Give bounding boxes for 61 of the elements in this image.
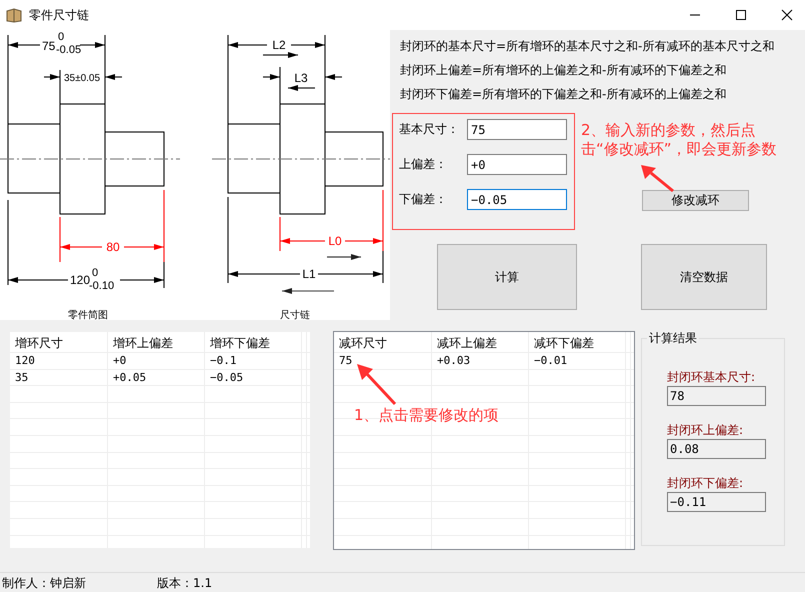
table-cell: −0.1	[205, 353, 302, 369]
column-header: 增环下偏差	[205, 332, 302, 352]
field-label: 下偏差：	[398, 191, 448, 208]
formula-text: 封闭环上偏差=所有增环的上偏差之和-所有减环的下偏差之和	[400, 62, 728, 79]
column-header: 减环下偏差	[529, 332, 626, 352]
dimension-text: L1	[302, 267, 316, 281]
hint-text: 1、点击需要修改的项	[354, 406, 499, 425]
table-cell: 35	[10, 370, 108, 386]
column-header: 减环上偏差	[432, 332, 529, 352]
input-field[interactable]: 75	[467, 119, 567, 140]
result-label: 封闭环基本尺寸:	[667, 369, 756, 386]
group-title: 计算结果	[647, 330, 699, 347]
clear-button[interactable]: 清空数据	[641, 244, 767, 310]
input-field[interactable]: −0.05	[467, 189, 567, 210]
status-text: 制作人：钟启新	[2, 574, 87, 592]
window-title: 零件尺寸链	[29, 6, 89, 24]
input-field[interactable]: +0	[467, 154, 567, 175]
table-cell[interactable]: −0.01	[529, 353, 626, 369]
tolerance-text: 0	[92, 267, 98, 279]
field-label: 基本尺寸：	[398, 121, 460, 138]
hint-text: 2、输入新的参数，然后点 击“修改减环”，即会更新参数	[581, 121, 777, 159]
field-label: 上偏差：	[398, 156, 448, 173]
close-icon[interactable]	[781, 9, 793, 21]
table-cell[interactable]: +0.03	[432, 353, 529, 369]
formula-text: 封闭环下偏差=所有增环的下偏差之和-所有减环的上偏差之和	[400, 86, 728, 103]
dimension-text: L3	[294, 71, 308, 85]
table-cell: +0	[108, 353, 205, 369]
result-label: 封闭环下偏差:	[667, 475, 744, 492]
table-cell: +0.05	[108, 370, 205, 386]
maximize-icon[interactable]	[735, 9, 747, 21]
dimension-text: L0	[328, 234, 342, 248]
status-text: 版本：1.1	[157, 574, 212, 592]
modify-button[interactable]: 修改减环	[642, 190, 749, 211]
direction-arrow	[288, 85, 316, 91]
tolerance-text: 0	[58, 31, 64, 43]
dimension-text: 80	[106, 240, 120, 254]
calculate-button[interactable]: 计算	[437, 244, 577, 310]
dimension-text: L2	[272, 38, 286, 52]
result-label: 封闭环上偏差:	[667, 422, 744, 439]
table-cell: −0.05	[205, 370, 302, 386]
dimension-text: 35±0.05	[64, 73, 100, 84]
column-header: 减环尺寸	[334, 332, 432, 352]
column-header: 增环尺寸	[10, 332, 108, 352]
result-field: −0.11	[667, 492, 766, 512]
direction-arrow	[282, 288, 334, 294]
dimension-text: 120	[70, 273, 90, 287]
result-field: 78	[667, 386, 766, 406]
tolerance-text: -0.05	[56, 44, 82, 56]
result-field: 0.08	[667, 439, 766, 459]
dimension-text: 75	[42, 39, 56, 53]
tolerance-text: -0.10	[89, 280, 114, 292]
column-header: 增环上偏差	[108, 332, 205, 352]
app-icon	[6, 8, 22, 22]
formula-text: 封闭环的基本尺寸=所有增环的基本尺寸之和-所有减环的基本尺寸之和	[400, 38, 776, 55]
sketch-caption: 零件简图	[68, 310, 108, 320]
sketch-caption: 尺寸链	[280, 310, 310, 320]
hint-arrow	[641, 165, 675, 193]
direction-arrow	[326, 254, 362, 260]
table-cell: 120	[10, 353, 108, 369]
direction-arrow	[262, 52, 298, 58]
hint-arrow	[357, 364, 397, 406]
